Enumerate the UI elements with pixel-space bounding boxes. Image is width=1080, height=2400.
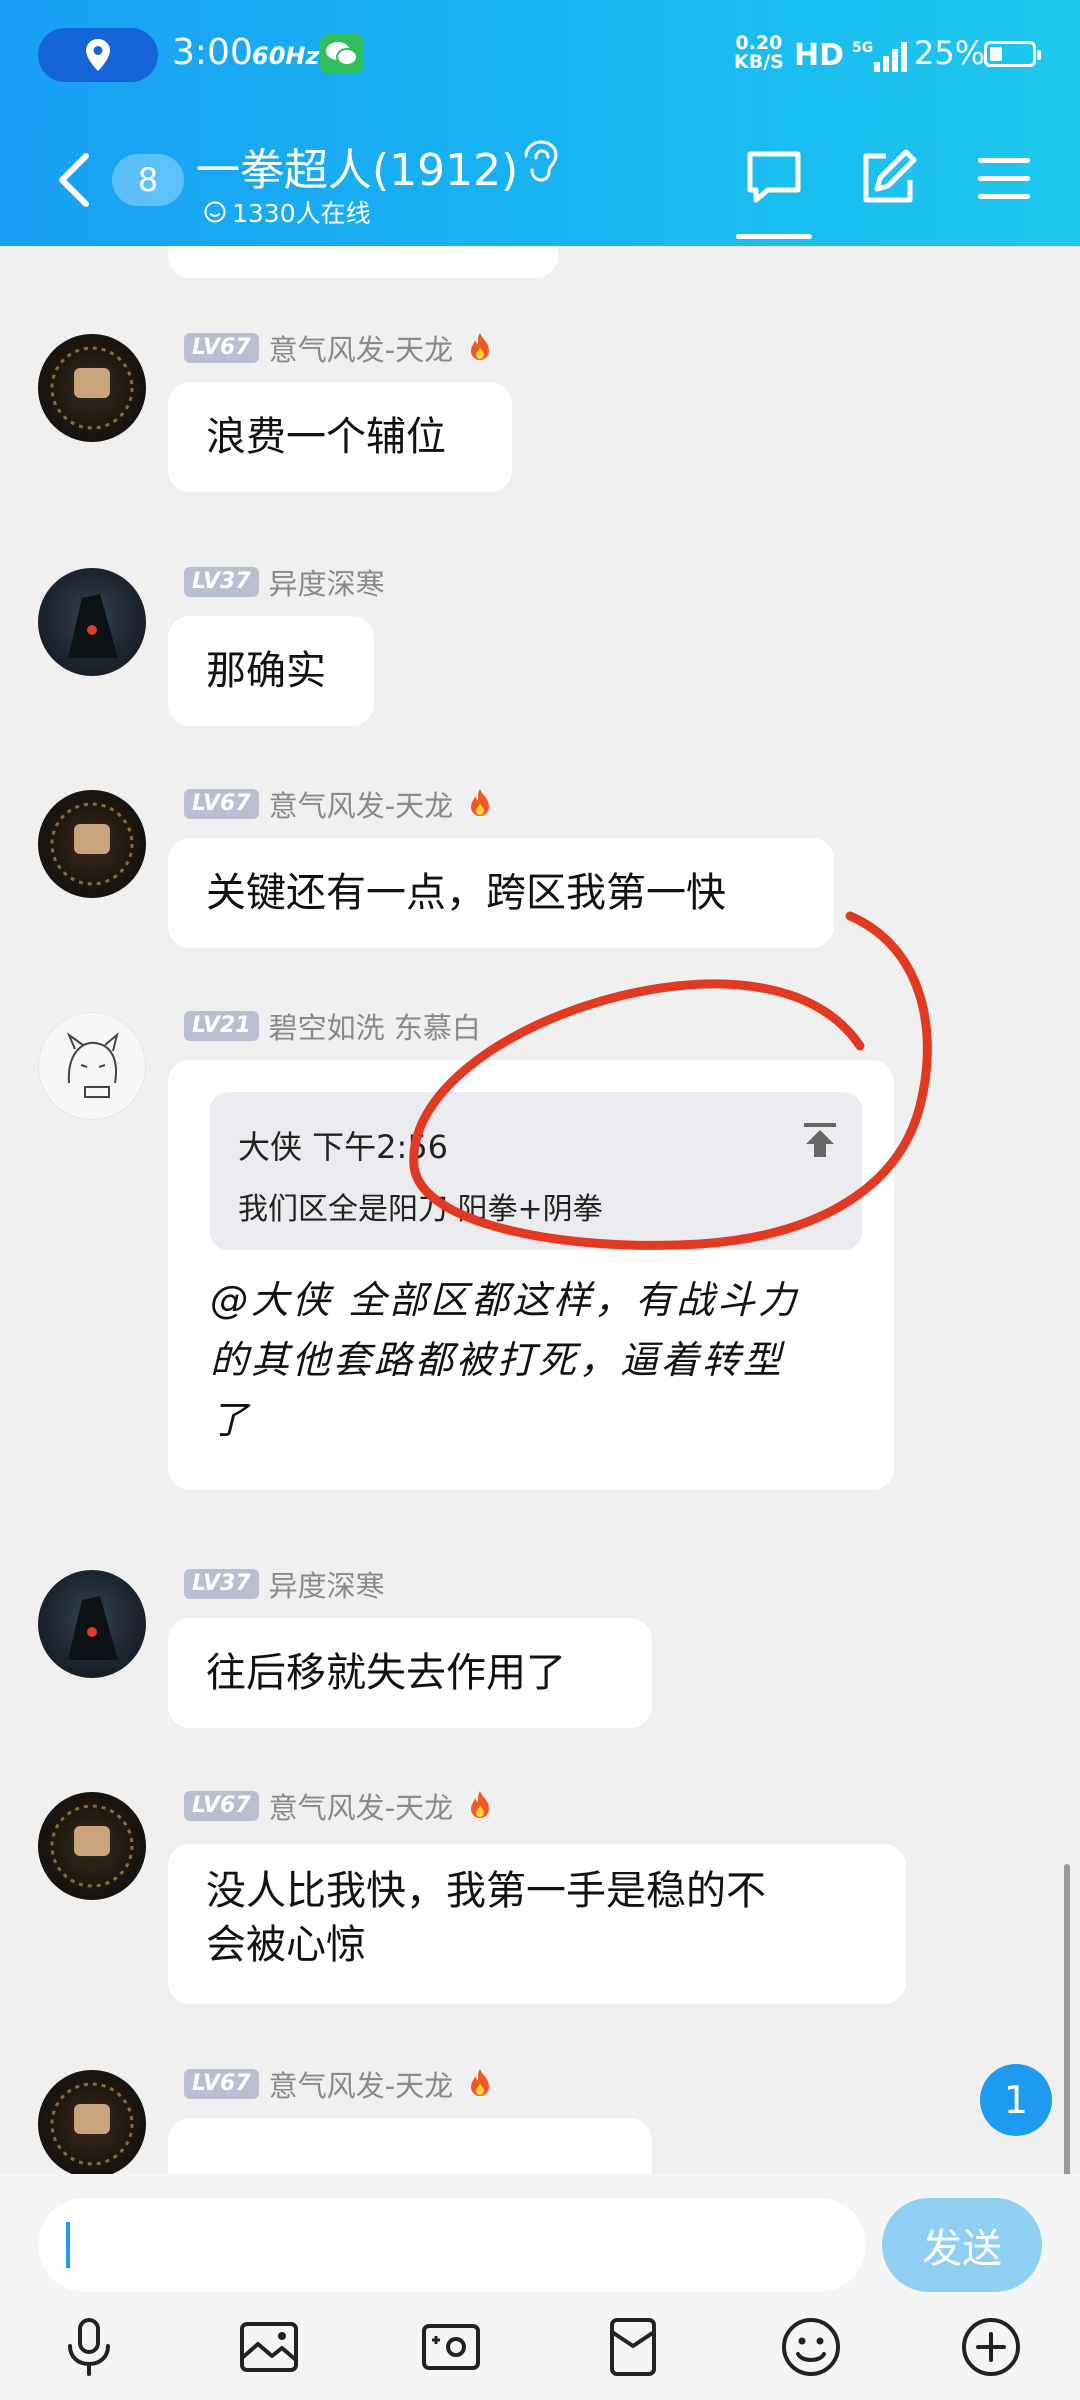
level-badge: LV67 (184, 789, 259, 819)
message-bubble: 没人比我快，我第一手是稳的不 会被心惊 (168, 1844, 906, 2004)
message-bubble: 往后移就失去作用了 (168, 1618, 652, 1728)
reply-text: @大侠 全部区都这样，有战斗力 的其他套路都被打死，逼着转型 了 (210, 1270, 870, 1450)
back-arrow-icon[interactable] (54, 150, 94, 210)
level-badge: LV21 (184, 1011, 259, 1041)
message-bubble: 关键还有一点，跨区我第一快 (168, 838, 834, 948)
avatar-image (50, 2082, 134, 2166)
refresh-rate: 60Hz (252, 42, 320, 70)
quoted-message[interactable]: 大侠 下午2:56 我们区全是阳刀 阳拳+阴拳 (210, 1092, 862, 1250)
location-indicator (38, 28, 158, 82)
quoted-text: 我们区全是阳刀 阳拳+阴拳 (238, 1192, 603, 1227)
message-meta: LV37 异度深寒 (184, 1563, 385, 1605)
scrollbar[interactable] (1064, 1864, 1070, 2174)
video-icon[interactable] (418, 2314, 484, 2380)
avatar[interactable] (38, 790, 146, 898)
page-title: 一拳超人(1912) (196, 145, 519, 196)
red-packet-icon[interactable] (600, 2314, 666, 2380)
battery-level: 25% (914, 34, 986, 72)
menu-icon[interactable] (972, 146, 1036, 210)
online-smile-icon (204, 201, 226, 223)
sender-name[interactable]: 意气风发-天龙 (269, 2063, 453, 2105)
avatar-image (50, 346, 134, 430)
avatar[interactable] (38, 1570, 146, 1678)
top-bar: 3:00 60Hz 0.20 KB/S HD 5G 25% 8 一拳超人(191… (0, 0, 1080, 246)
sender-name[interactable]: 异度深寒 (269, 561, 385, 603)
network-speed: 0.20 KB/S (734, 34, 784, 72)
edit-icon[interactable] (856, 146, 920, 210)
fire-icon (471, 333, 490, 360)
sender-name[interactable]: 意气风发-天龙 (269, 1785, 453, 1827)
wechat-icon (320, 34, 364, 74)
reply-text-line: @大侠 全部区都这样，有战斗力 (210, 1278, 800, 1322)
send-button[interactable]: 发送 (882, 2198, 1042, 2292)
reply-text-line: 的其他套路都被打死，逼着转型 (210, 1338, 785, 1382)
level-badge: LV67 (184, 1791, 259, 1821)
message-bubble: 那确实 (168, 616, 374, 726)
plus-icon[interactable] (958, 2314, 1024, 2380)
microphone-icon[interactable] (56, 2314, 122, 2380)
message-bubble-partial (168, 2118, 652, 2174)
message-text-line: 会被心惊 (206, 1922, 366, 1968)
message-meta: LV67 意气风发-天龙 (184, 783, 497, 825)
sender-name[interactable]: 意气风发-天龙 (269, 783, 453, 825)
svg-text:5G: 5G (852, 40, 873, 56)
sender-name[interactable]: 意气风发-天龙 (269, 327, 453, 369)
jump-to-top-icon[interactable] (800, 1120, 840, 1160)
active-tab-indicator (736, 234, 812, 239)
message-text-line: 没人比我快，我第一手是稳的不 (206, 1868, 766, 1914)
signal-5g-icon: 5G (852, 40, 907, 72)
earpiece-icon[interactable] (520, 140, 560, 184)
message-meta: LV21 碧空如洗 东慕白 (184, 1005, 481, 1047)
location-pin-icon (86, 39, 110, 71)
reply-text-line: 了 (210, 1398, 252, 1442)
avatar-image (66, 1032, 119, 1098)
avatar[interactable] (38, 568, 146, 676)
battery-icon (984, 41, 1041, 67)
avatar-image (50, 802, 134, 886)
level-badge: LV67 (184, 2069, 259, 2099)
status-time: 3:00 (172, 32, 253, 73)
avatar[interactable] (38, 1012, 146, 1120)
fire-icon (471, 1791, 490, 1818)
avatar-image (68, 1596, 118, 1660)
network-speed-unit: KB/S (734, 51, 784, 73)
message-meta: LV37 异度深寒 (184, 561, 385, 603)
message-bubble-partial (168, 246, 558, 278)
online-count-text: 1330人在线 (232, 199, 371, 228)
sender-name[interactable]: 碧空如洗 东慕白 (269, 1005, 481, 1047)
composer-area: 发送 (0, 2174, 1080, 2400)
hd-indicator: HD (794, 38, 845, 73)
unread-badge[interactable]: 8 (112, 154, 184, 206)
message-bubble: 浪费一个辅位 (168, 382, 512, 492)
online-count: 1330人在线 (204, 194, 371, 230)
fire-icon (471, 789, 490, 816)
sender-name[interactable]: 异度深寒 (269, 1563, 385, 1605)
level-badge: LV67 (184, 333, 259, 363)
level-badge: LV37 (184, 1569, 259, 1599)
avatar-image (50, 1804, 134, 1888)
message-meta: LV67 意气风发-天龙 (184, 1785, 497, 1827)
text-caret (66, 2222, 70, 2268)
level-badge: LV37 (184, 567, 259, 597)
chat-feed[interactable]: LV67 意气风发-天龙 浪费一个辅位 LV37 异度深寒 那确实 LV67 意… (0, 246, 1080, 2174)
emoji-icon[interactable] (778, 2314, 844, 2380)
quoted-author-time: 大侠 下午2:56 (238, 1128, 449, 1166)
message-input[interactable] (38, 2198, 866, 2292)
avatar[interactable] (38, 334, 146, 442)
new-message-badge[interactable]: 1 (980, 2064, 1052, 2136)
message-meta: LV67 意气风发-天龙 (184, 2063, 497, 2105)
image-icon[interactable] (236, 2314, 302, 2380)
chat-icon[interactable] (742, 146, 806, 210)
fire-icon (471, 2069, 490, 2096)
avatar-image (68, 594, 118, 658)
message-meta: LV67 意气风发-天龙 (184, 327, 497, 369)
avatar[interactable] (38, 1792, 146, 1900)
avatar[interactable] (38, 2070, 146, 2174)
status-bar: 3:00 60Hz 0.20 KB/S HD 5G 25% (0, 0, 1080, 110)
